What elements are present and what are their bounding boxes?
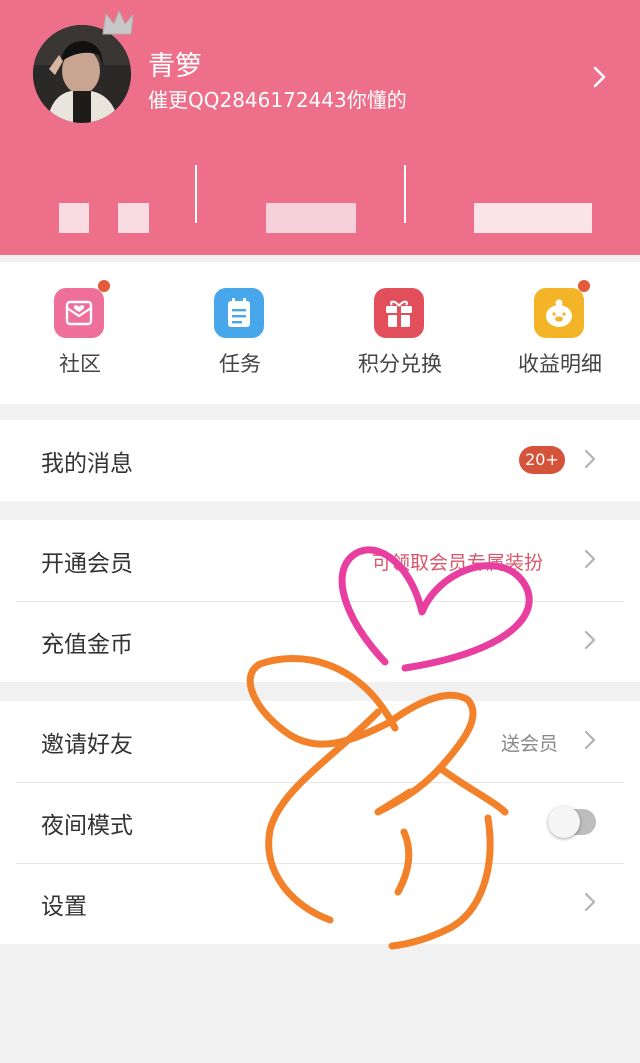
chevron-right-icon xyxy=(584,630,596,650)
profile-header[interactable]: 青箩 催更QQ2846172443你懂的 xyxy=(0,0,640,255)
invite-hint: 送会员 xyxy=(501,733,559,755)
menu-item-vip[interactable]: 开通会员 可领取会员专属装扮 xyxy=(0,520,640,601)
action-label: 收益明细 xyxy=(518,352,602,376)
chevron-right-icon xyxy=(584,449,596,469)
notification-dot xyxy=(578,280,590,292)
blurred-stat xyxy=(474,203,592,233)
menu-group-membership: 开通会员 可领取会员专属装扮 充值金币 xyxy=(0,520,640,682)
action-points-exchange[interactable]: 积分兑换 xyxy=(320,262,480,404)
chevron-right-icon xyxy=(584,730,596,750)
crown-icon xyxy=(102,9,134,35)
menu-group-messages: 我的消息 20+ xyxy=(0,420,640,501)
menu-item-settings[interactable]: 设置 xyxy=(0,863,640,944)
menu-item-label: 我的消息 xyxy=(41,451,133,477)
vip-hint: 可领取会员专属装扮 xyxy=(372,552,544,574)
chevron-right-icon xyxy=(584,892,596,912)
profile-signature: 催更QQ2846172443你懂的 xyxy=(148,88,407,112)
menu-item-label: 邀请好友 xyxy=(41,732,133,758)
menu-item-invite[interactable]: 邀请好友 送会员 xyxy=(0,701,640,782)
blurred-stat xyxy=(118,203,149,233)
menu-group-general: 邀请好友 送会员 夜间模式 设置 xyxy=(0,701,640,944)
username: 青箩 xyxy=(148,51,202,82)
avatar[interactable] xyxy=(33,25,131,123)
gift-icon xyxy=(374,288,424,338)
menu-item-recharge[interactable]: 充值金币 xyxy=(0,601,640,682)
action-label: 积分兑换 xyxy=(358,352,442,376)
clipboard-icon xyxy=(214,288,264,338)
action-community[interactable]: 社区 xyxy=(0,262,160,404)
menu-item-messages[interactable]: 我的消息 20+ xyxy=(0,420,640,501)
night-mode-toggle[interactable] xyxy=(548,806,596,838)
action-label: 社区 xyxy=(59,352,101,376)
menu-item-label: 设置 xyxy=(41,894,87,920)
chevron-right-icon xyxy=(584,549,596,569)
action-earnings[interactable]: 收益明细 xyxy=(480,262,640,404)
heart-card-icon xyxy=(54,288,104,338)
action-tasks[interactable]: 任务 xyxy=(160,262,320,404)
stat-divider xyxy=(195,165,197,223)
menu-item-label: 开通会员 xyxy=(41,551,133,577)
piggy-bank-icon xyxy=(534,288,584,338)
unread-badge: 20+ xyxy=(519,446,565,474)
stat-divider xyxy=(404,165,406,223)
blurred-stat xyxy=(266,203,356,233)
blurred-stat xyxy=(59,203,89,233)
menu-item-label: 夜间模式 xyxy=(41,813,133,839)
toggle-knob xyxy=(548,806,580,838)
action-label: 任务 xyxy=(219,352,261,376)
quick-action-bar: 社区 任务 积分兑换 收益明细 xyxy=(0,262,640,404)
menu-item-night-mode: 夜间模式 xyxy=(0,782,640,863)
chevron-right-icon[interactable] xyxy=(592,65,608,89)
notification-dot xyxy=(98,280,110,292)
menu-item-label: 充值金币 xyxy=(41,632,133,658)
